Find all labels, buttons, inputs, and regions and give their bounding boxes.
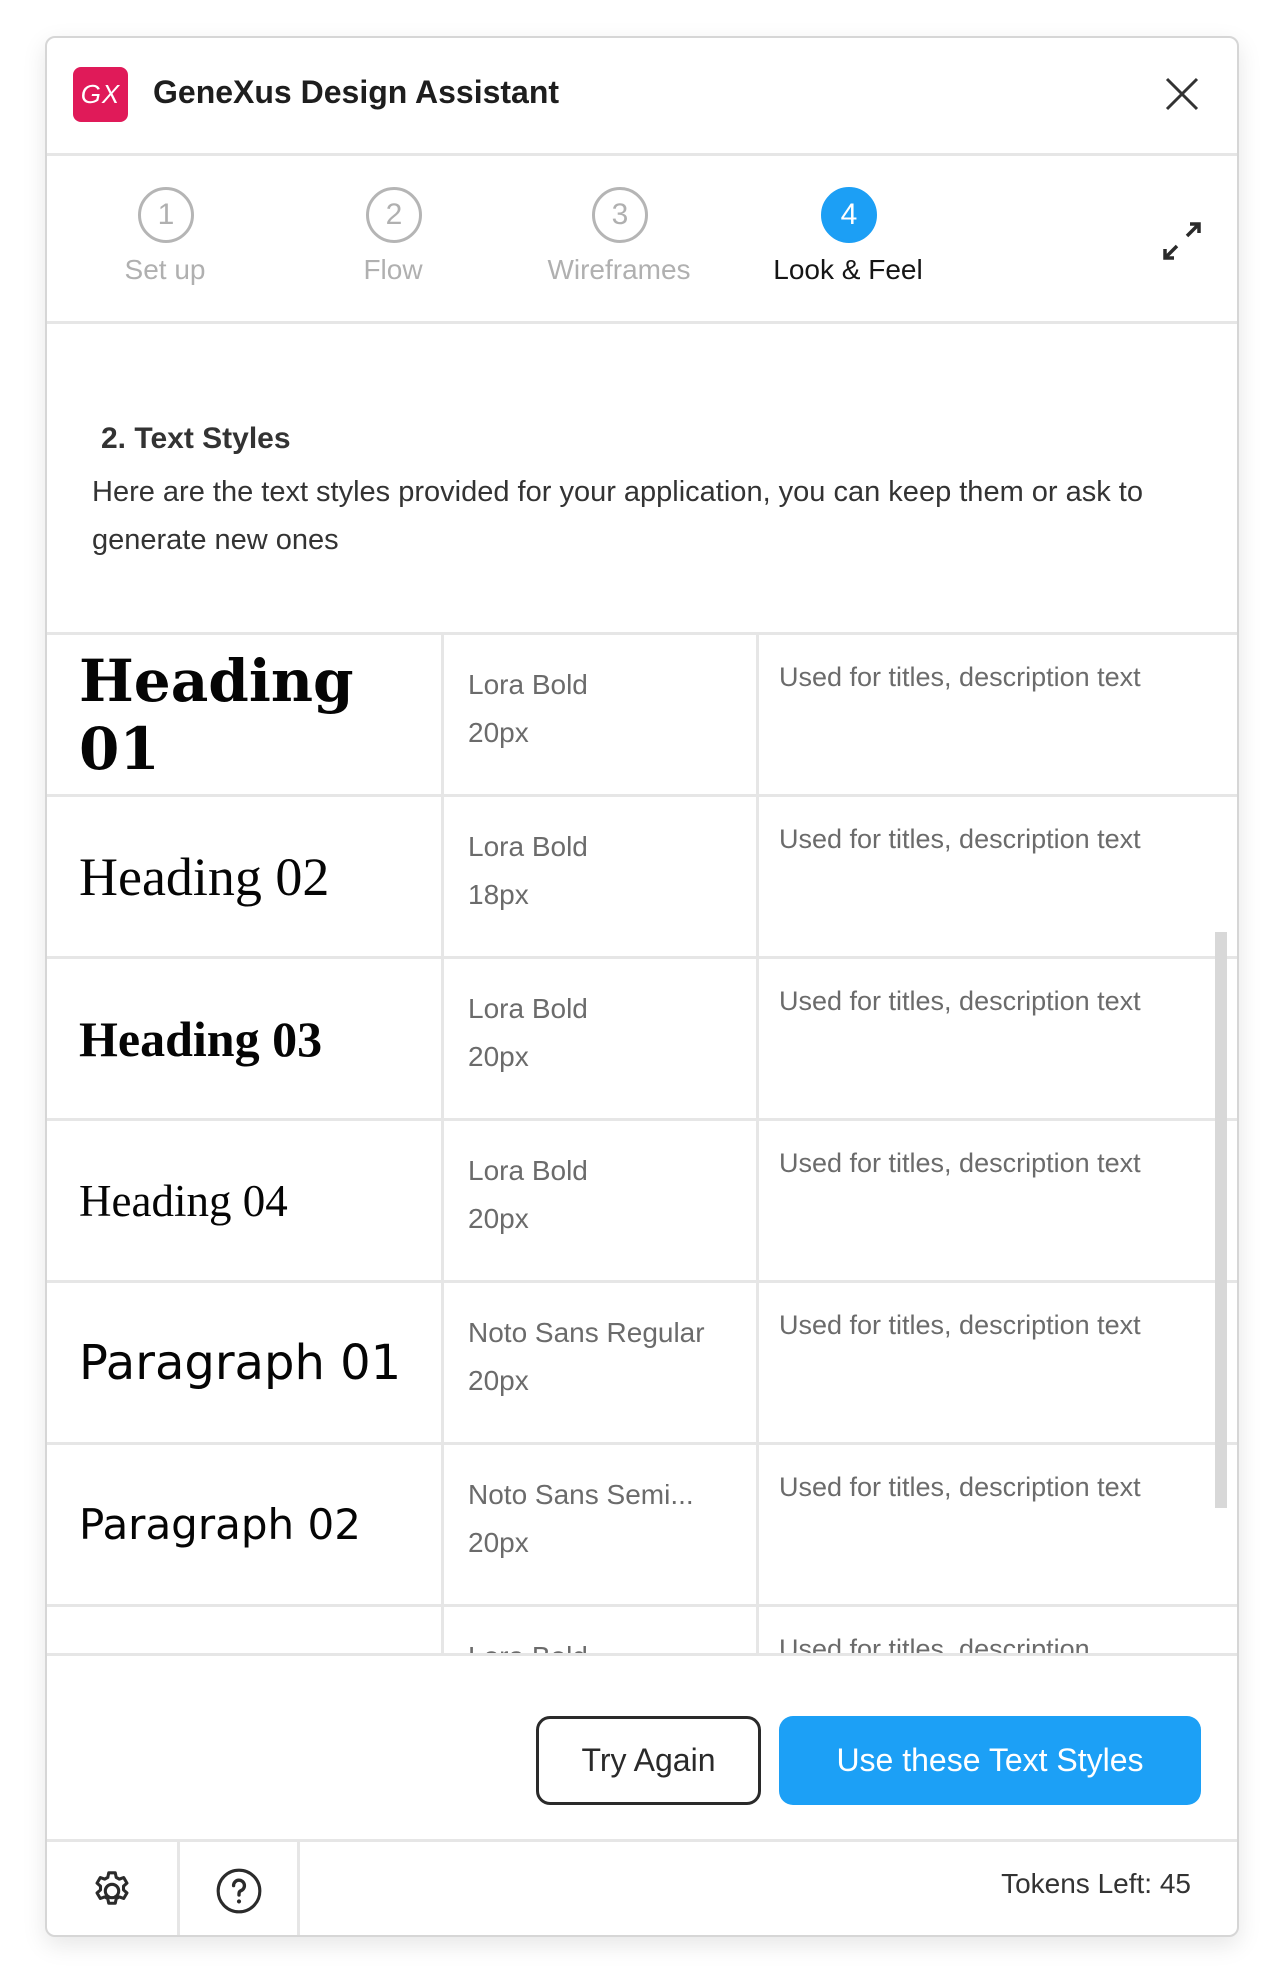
style-description: Used for titles, description text (779, 1472, 1141, 1502)
style-description: Used for titles, description (779, 1634, 1090, 1653)
style-font: Noto Sans Semi... (468, 1479, 694, 1510)
style-name: Heading 01 (79, 646, 354, 783)
style-size: 20px (468, 1527, 529, 1558)
style-font: Lora Bold (468, 1633, 756, 1653)
step-label: Flow (363, 254, 423, 285)
app-title: GeneXus Design Assistant (153, 74, 560, 110)
step-number: 3 (592, 187, 648, 243)
close-button[interactable] (1165, 77, 1199, 111)
style-size: 18px (468, 879, 529, 910)
try-again-button[interactable]: Try Again (536, 1716, 761, 1805)
gear-icon (95, 1870, 129, 1905)
table-row: Paragraph 02 Noto Sans Semi... 20px Used … (47, 1445, 1237, 1607)
wizard-steps: 1 Set up 2 Flow 3 Wireframes 4 Look & Fe… (47, 156, 1237, 324)
style-font: Noto Sans Regular (468, 1317, 705, 1348)
table-row: Lora Bold Used for titles, description (47, 1607, 1237, 1653)
help-button[interactable] (180, 1842, 300, 1935)
step-wireframes[interactable]: 3 Wireframes (509, 156, 729, 321)
step-setup[interactable]: 1 Set up (55, 156, 275, 321)
section-description: Here are the text styles provided for yo… (92, 476, 1143, 556)
style-description: Used for titles, description text (779, 986, 1141, 1016)
step-look-and-feel[interactable]: 4 Look & Feel (738, 156, 958, 321)
table-row: Paragraph 01 Noto Sans Regular 20px Used … (47, 1283, 1237, 1445)
genexus-logo: GX (73, 67, 128, 122)
logo-text: GX (80, 79, 121, 109)
expand-icon (1163, 222, 1201, 260)
use-text-styles-button[interactable]: Use these Text Styles (779, 1716, 1201, 1805)
text-styles-table: Heading 01 Lora Bold 20px Used for titles… (47, 632, 1237, 1653)
style-name: Heading 03 (79, 1010, 323, 1067)
table-scrollbar[interactable] (1215, 932, 1227, 1508)
style-name: Paragraph 01 (79, 1334, 402, 1391)
step-number: 1 (138, 187, 194, 243)
style-name: Heading 04 (79, 1175, 288, 1226)
design-assistant-panel: GX GeneXus Design Assistant 1 Set up 2 F… (45, 36, 1239, 1937)
style-size: 20px (468, 1365, 529, 1396)
step-number: 2 (366, 187, 422, 243)
section-title: 2. Text Styles (101, 422, 291, 455)
step-number: 4 (821, 187, 877, 243)
style-description: Used for titles, description text (779, 662, 1141, 692)
style-size: 20px (468, 717, 529, 748)
step-label: Wireframes (547, 254, 691, 285)
close-icon (1165, 77, 1199, 111)
step-label: Set up (124, 254, 206, 285)
help-icon (216, 1868, 261, 1913)
bottom-bar: Tokens Left: 45 (47, 1839, 1237, 1935)
style-font: Lora Bold (468, 831, 588, 862)
style-description: Used for titles, description text (779, 1310, 1141, 1340)
table-row: Heading 01 Lora Bold 20px Used for titles… (47, 635, 1237, 797)
style-name: Paragraph 02 (79, 1500, 361, 1549)
expand-button[interactable] (1157, 216, 1207, 266)
table-row: Heading 03 Lora Bold 20px Used for titles… (47, 959, 1237, 1121)
step-flow[interactable]: 2 Flow (283, 156, 503, 321)
style-font: Lora Bold (468, 1155, 588, 1186)
style-description: Used for titles, description text (779, 824, 1141, 854)
settings-button[interactable] (47, 1842, 180, 1935)
style-size: 20px (468, 1041, 529, 1072)
style-size: 20px (468, 1203, 529, 1234)
panel-header: GX GeneXus Design Assistant (47, 38, 1237, 156)
style-name: Heading 02 (79, 846, 330, 907)
action-bar: Try Again Use these Text Styles (47, 1653, 1237, 1841)
step-label: Look & Feel (773, 254, 923, 285)
style-font: Lora Bold (468, 993, 588, 1024)
table-row: Heading 04 Lora Bold 20px Used for titles… (47, 1121, 1237, 1283)
style-description: Used for titles, description text (779, 1148, 1141, 1178)
style-font: Lora Bold (468, 669, 588, 700)
table-row: Heading 02 Lora Bold 18px Used for titles… (47, 797, 1237, 959)
tokens-left-label: Tokens Left: 45 (1001, 1868, 1191, 1899)
